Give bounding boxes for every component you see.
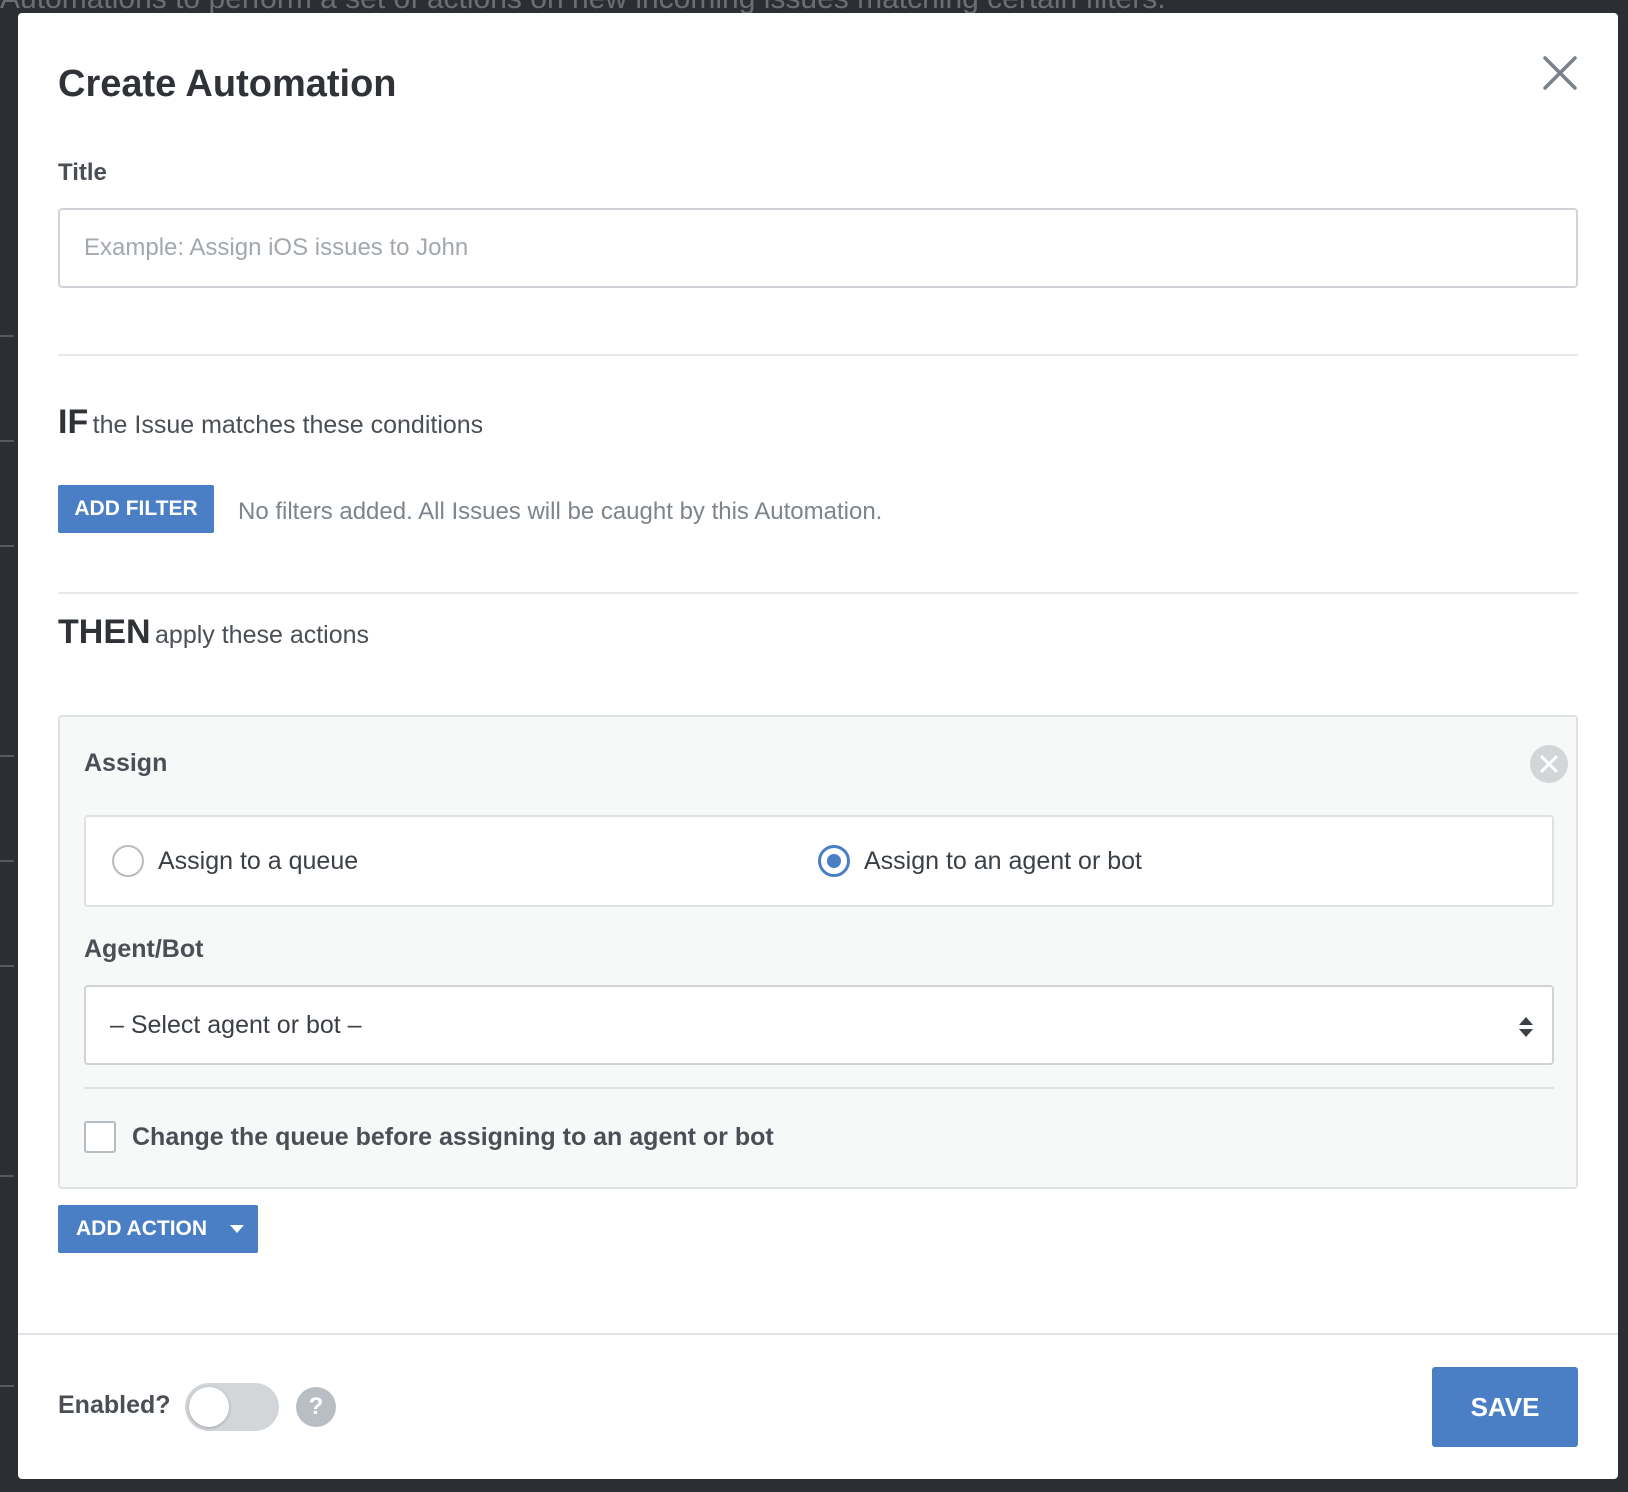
change-queue-checkbox[interactable] xyxy=(84,1121,116,1153)
assign-type-radio-group: Assign to a queue Assign to an agent or … xyxy=(84,815,1554,907)
no-filters-note: No filters added. All Issues will be cau… xyxy=(238,498,883,525)
toggle-knob xyxy=(189,1387,229,1427)
change-queue-label: Change the queue before assigning to an … xyxy=(132,1122,774,1151)
close-button[interactable] xyxy=(1538,51,1582,95)
action-card-title: Assign xyxy=(84,749,168,777)
title-input[interactable] xyxy=(58,208,1578,288)
actions-text: apply these actions xyxy=(155,621,370,649)
enabled-label: Enabled? xyxy=(58,1391,171,1419)
radio-assign-to-agent[interactable]: Assign to an agent or bot xyxy=(818,841,1142,881)
agent-bot-select-value: – Select agent or bot – xyxy=(110,1011,362,1039)
radio-label: Assign to a queue xyxy=(158,846,359,875)
title-label: Title xyxy=(58,159,107,186)
close-icon xyxy=(1543,56,1577,90)
remove-action-button[interactable] xyxy=(1530,745,1568,783)
actions-keyword: THEN xyxy=(58,613,151,651)
background-divider xyxy=(0,755,14,757)
add-filter-button[interactable]: ADD FILTER xyxy=(58,485,214,533)
card-divider xyxy=(84,1087,1554,1089)
section-divider xyxy=(58,354,1578,356)
conditions-keyword: IF xyxy=(58,403,89,441)
assign-action-card: Assign Assign to a queue Assign to an ag… xyxy=(58,715,1578,1189)
conditions-text: the Issue matches these conditions xyxy=(92,411,484,439)
enabled-toggle[interactable] xyxy=(185,1383,279,1431)
create-automation-modal: Create Automation Title IF the Issue mat… xyxy=(18,13,1618,1479)
background-divider xyxy=(0,440,14,442)
change-queue-option[interactable]: Change the queue before assigning to an … xyxy=(84,1121,774,1153)
radio-label: Assign to an agent or bot xyxy=(864,846,1142,875)
radio-unchecked-icon[interactable] xyxy=(112,845,144,877)
background-divider xyxy=(0,860,14,862)
caret-down-icon xyxy=(230,1225,245,1233)
help-icon[interactable]: ? xyxy=(296,1387,336,1427)
background-divider xyxy=(0,545,14,547)
agent-bot-select[interactable]: – Select agent or bot – xyxy=(84,985,1554,1065)
help-glyph: ? xyxy=(308,1393,324,1420)
modal-title: Create Automation xyxy=(58,63,397,105)
add-action-button[interactable]: ADD ACTION xyxy=(58,1205,258,1253)
background-divider xyxy=(0,965,14,967)
save-button[interactable]: SAVE xyxy=(1432,1367,1578,1447)
conditions-heading: IF the Issue matches these conditions xyxy=(58,403,483,442)
sort-arrows-icon xyxy=(1519,1017,1533,1037)
background-divider xyxy=(0,1385,14,1387)
section-divider xyxy=(58,592,1578,594)
actions-heading: THEN apply these actions xyxy=(58,613,369,652)
footer-divider xyxy=(18,1333,1618,1335)
add-action-label: ADD ACTION xyxy=(76,1217,208,1240)
radio-assign-to-queue[interactable]: Assign to a queue xyxy=(112,841,358,881)
background-divider xyxy=(0,335,14,337)
background-divider xyxy=(0,1175,14,1177)
radio-checked-icon[interactable] xyxy=(818,845,850,877)
agent-bot-label: Agent/Bot xyxy=(84,935,204,963)
remove-circle-icon xyxy=(1540,755,1558,773)
